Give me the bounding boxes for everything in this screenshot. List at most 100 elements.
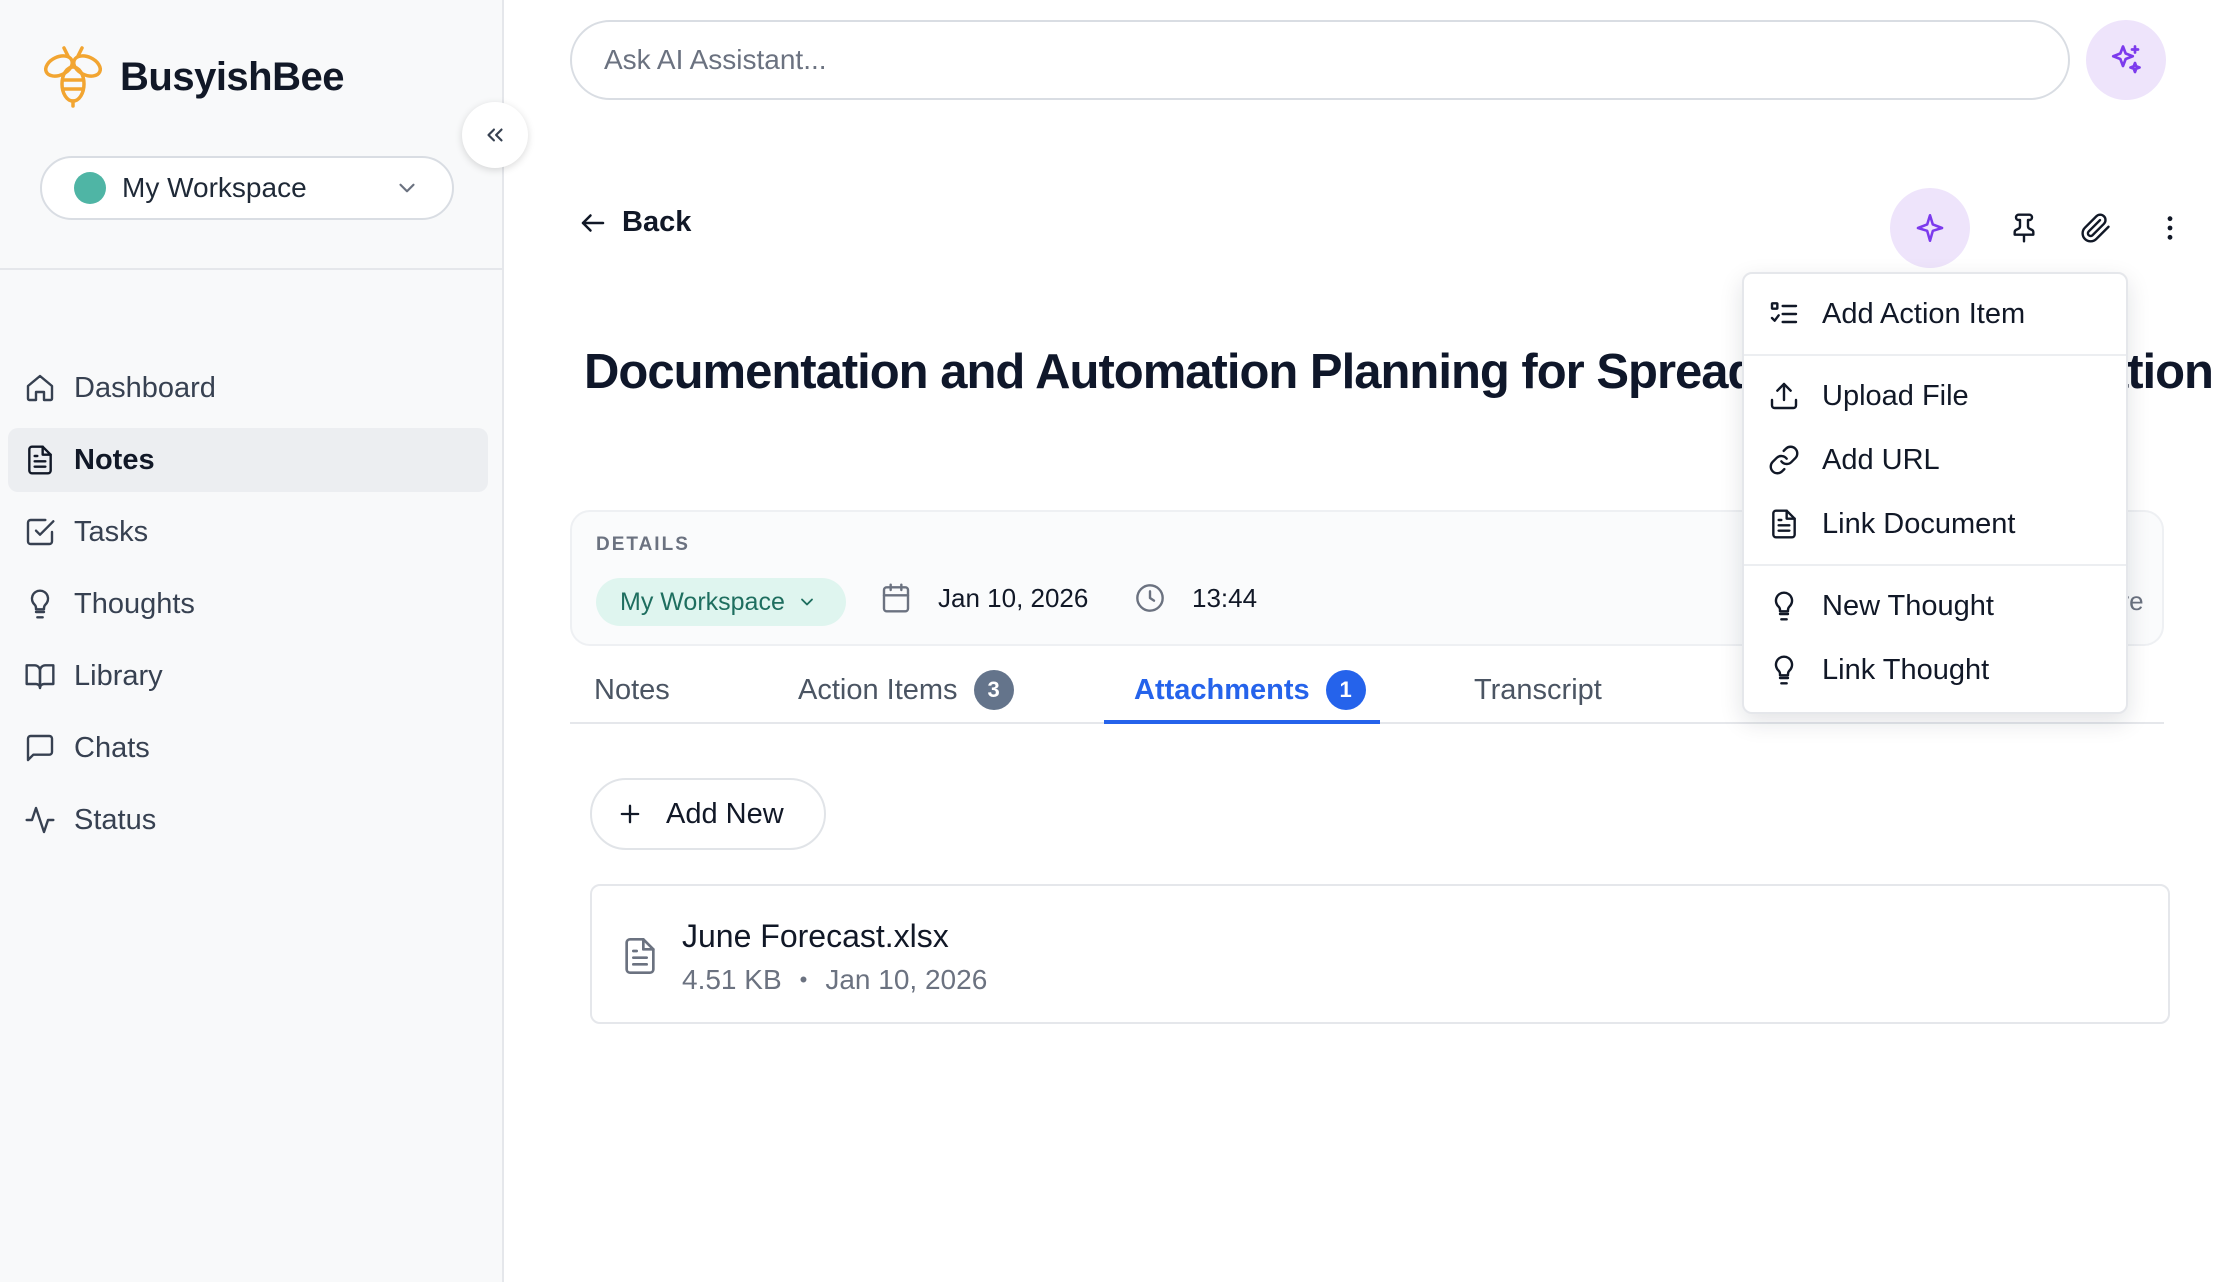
- more-vertical-icon: [2167, 216, 2173, 240]
- menu-item-link-thought[interactable]: Link Thought: [1744, 638, 2126, 702]
- sidebar-item-label: Chats: [74, 731, 150, 764]
- home-icon: [26, 374, 54, 402]
- sidebar: BusyishBee My Workspace Dashboard Notes …: [0, 0, 504, 1282]
- tab-transcript[interactable]: Transcript: [1474, 656, 1602, 724]
- check-square-icon: [26, 518, 55, 546]
- workspace-color-dot: [74, 172, 106, 204]
- chevrons-left-icon: [487, 128, 503, 142]
- attachment-size: 4.51 KB: [682, 964, 782, 995]
- attach-button[interactable]: [2076, 208, 2116, 248]
- brand[interactable]: BusyishBee: [38, 42, 344, 112]
- count-badge: 1: [1325, 670, 1366, 710]
- calendar-icon: [882, 583, 910, 613]
- menu-item-link-document[interactable]: Link Document: [1744, 492, 2126, 556]
- menu-item-label: Link Document: [1822, 507, 2016, 540]
- lightbulb-icon: [1774, 591, 1794, 621]
- file-text-icon: [28, 445, 52, 475]
- list-checks-icon: [1770, 302, 1798, 324]
- attachment-date: Jan 10, 2026: [825, 964, 988, 995]
- brand-name: BusyishBee: [120, 54, 344, 99]
- menu-item-label: Upload File: [1822, 379, 1969, 412]
- ai-actions-button[interactable]: [1890, 188, 1970, 268]
- note-time-text: 13:44: [1192, 582, 1258, 613]
- collapse-sidebar-button[interactable]: [462, 102, 528, 168]
- note-date[interactable]: Jan 10, 2026: [880, 582, 1088, 614]
- attachment-meta: 4.51 KB • Jan 10, 2026: [682, 964, 987, 996]
- book-open-icon: [25, 664, 55, 690]
- sidebar-item-label: Thoughts: [74, 587, 195, 620]
- file-text-icon: [625, 938, 655, 974]
- sidebar-item-label: Library: [74, 659, 163, 692]
- workspace-select-label: My Workspace: [122, 172, 307, 203]
- ai-assistant-button[interactable]: [2086, 20, 2166, 100]
- sidebar-item-dashboard[interactable]: Dashboard: [8, 356, 488, 420]
- pin-button[interactable]: [2004, 208, 2044, 248]
- app-root: BusyishBee My Workspace Dashboard Notes …: [0, 0, 2218, 1282]
- sidebar-item-label: Dashboard: [74, 371, 216, 404]
- menu-item-add-action-item[interactable]: Add Action Item: [1744, 282, 2126, 346]
- menu-item-new-thought[interactable]: New Thought: [1744, 574, 2126, 638]
- tab-label: Action Items: [798, 673, 958, 706]
- menu-item-add-url[interactable]: Add URL: [1744, 428, 2126, 492]
- tab-label: Transcript: [1474, 673, 1602, 706]
- sparkles-icon: [2111, 45, 2141, 74]
- upload-icon: [1770, 382, 1798, 410]
- activity-icon: [25, 806, 55, 834]
- menu-item-label: Link Thought: [1822, 653, 1990, 686]
- sidebar-item-tasks[interactable]: Tasks: [8, 500, 488, 564]
- link-icon: [1769, 445, 1799, 475]
- arrow-left-icon: [581, 213, 605, 232]
- menu-divider: [1744, 564, 2126, 566]
- tab-action-items[interactable]: Action Items 3: [798, 656, 1014, 724]
- add-new-label: Add New: [666, 797, 784, 830]
- back-button[interactable]: Back: [578, 206, 691, 239]
- tab-attachments[interactable]: Attachments 1: [1134, 656, 1366, 724]
- chevron-down-icon: [399, 183, 415, 193]
- workspace-chip-label: My Workspace: [620, 587, 785, 616]
- tab-notes[interactable]: Notes: [594, 656, 670, 724]
- message-square-icon: [26, 734, 54, 762]
- details-label: DETAILS: [596, 534, 690, 555]
- workspace-select[interactable]: My Workspace: [40, 156, 454, 220]
- add-menu-dropdown: Add Action Item Upload File Add URL Link…: [1742, 272, 2128, 714]
- sidebar-item-label: Status: [74, 803, 157, 836]
- attachment-name: June Forecast.xlsx: [682, 918, 949, 954]
- clock-icon: [1136, 584, 1164, 612]
- attachment-card[interactable]: June Forecast.xlsx 4.51 KB • Jan 10, 202…: [590, 884, 2170, 1024]
- sidebar-item-status[interactable]: Status: [8, 788, 488, 852]
- menu-divider: [1744, 354, 2126, 356]
- menu-item-label: Add Action Item: [1822, 297, 2026, 330]
- back-label: Back: [622, 206, 692, 238]
- note-time[interactable]: 13:44: [1134, 582, 1257, 614]
- add-new-button[interactable]: Add New: [590, 778, 826, 850]
- sidebar-item-notes[interactable]: Notes: [8, 428, 488, 492]
- sidebar-item-thoughts[interactable]: Thoughts: [8, 572, 488, 636]
- tab-label: Notes: [594, 673, 670, 706]
- sidebar-divider: [0, 268, 502, 270]
- paperclip-icon: [2081, 213, 2110, 243]
- menu-item-upload-file[interactable]: Upload File: [1744, 364, 2126, 428]
- plus-icon: [620, 804, 640, 824]
- sidebar-item-label: Notes: [74, 443, 155, 476]
- sparkle-icon: [1916, 213, 1944, 243]
- sidebar-nav: Dashboard Notes Tasks Thoughts Library C…: [8, 356, 488, 860]
- note-date-text: Jan 10, 2026: [938, 582, 1089, 613]
- menu-item-label: New Thought: [1822, 589, 1994, 622]
- pin-icon: [2013, 213, 2035, 243]
- bee-logo-icon: [44, 46, 102, 108]
- meta-separator: •: [799, 967, 808, 992]
- sidebar-item-chats[interactable]: Chats: [8, 716, 488, 780]
- count-badge: 3: [973, 670, 1014, 710]
- tab-label: Attachments: [1134, 673, 1310, 706]
- lightbulb-icon: [30, 589, 50, 619]
- more-options-button[interactable]: [2150, 208, 2190, 248]
- lightbulb-icon: [1774, 655, 1794, 685]
- chevron-down-icon: [800, 598, 813, 606]
- sidebar-item-library[interactable]: Library: [8, 644, 488, 708]
- active-tab-indicator: [1104, 720, 1380, 724]
- workspace-chip[interactable]: My Workspace: [596, 578, 846, 626]
- file-text-icon: [1772, 509, 1796, 539]
- menu-item-label: Add URL: [1822, 443, 1940, 476]
- sidebar-item-label: Tasks: [74, 515, 149, 548]
- ai-assistant-input[interactable]: [570, 20, 2070, 100]
